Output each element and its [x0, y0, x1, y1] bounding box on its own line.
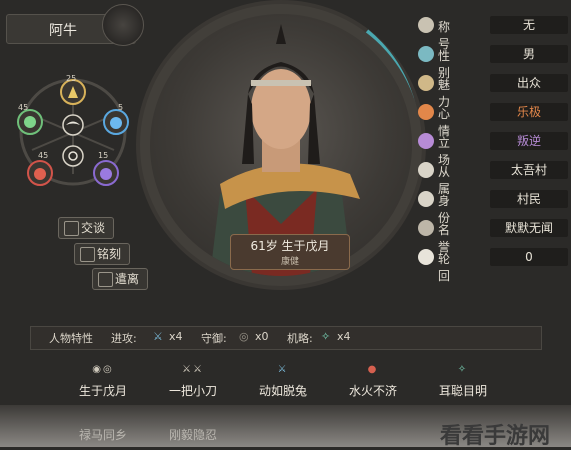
- crown-icon: [418, 17, 434, 33]
- trait-card[interactable]: 禄马同乡: [58, 410, 148, 446]
- stat-value: 男: [490, 45, 568, 63]
- mood-icon: [418, 104, 434, 120]
- trait-card[interactable]: ⚔ 动如脱兔: [238, 364, 328, 400]
- trait-icons: ✧: [457, 364, 469, 375]
- wheel-bottom-left-value: 45: [38, 151, 48, 160]
- stat-value: 默默无闻: [490, 219, 568, 237]
- trait-icons: ⚔: [277, 364, 289, 375]
- wheel-bottom-right-value: 15: [98, 151, 108, 160]
- talk-icon: [64, 221, 79, 236]
- wheel-bottom-left-node[interactable]: [27, 160, 53, 186]
- trait-card[interactable]: ✧ 耳聪目明: [418, 364, 508, 400]
- trait-bar-title: 人物特性: [49, 332, 93, 345]
- fame-icon: [418, 220, 434, 236]
- stat-value: 出众: [490, 74, 568, 92]
- watermark: 看看手游网: [440, 424, 551, 449]
- stat-label: 轮回: [438, 252, 451, 283]
- carve-button[interactable]: 铭刻: [74, 243, 131, 265]
- character-health: 康健: [280, 257, 299, 267]
- wheel-left-value: 45: [18, 103, 28, 112]
- stat-value: 叛逆: [490, 132, 568, 150]
- strategy-label: 机略:: [287, 332, 313, 345]
- trait-card[interactable]: ● 水火不济: [328, 364, 418, 400]
- trait-summary-bar: 人物特性 进攻: ⚔ x4 守御: ◎ x0 机略: ✧ x4: [30, 326, 542, 350]
- carve-icon: [80, 247, 95, 262]
- trait-name: 耳聪目明: [438, 384, 487, 398]
- attack-count: x4: [169, 330, 183, 343]
- stance-icon: [418, 133, 434, 149]
- dismiss-icon: [98, 272, 113, 287]
- trait-name: 动如脱兔: [258, 384, 307, 398]
- character-info-plate: 61岁 生于戊月 康健: [230, 234, 350, 270]
- defense-label: 守御:: [201, 332, 227, 345]
- defense-count: x0: [255, 330, 269, 343]
- attribute-wheel: 25 45 5 45 15: [17, 74, 129, 186]
- trait-card[interactable]: ⚔⚔ 一把小刀: [148, 364, 238, 400]
- trait-icons: ●: [367, 364, 379, 375]
- dismiss-button[interactable]: 遣离: [92, 268, 149, 290]
- reincarnation-icon: [418, 249, 434, 265]
- stat-value: 无: [490, 16, 568, 34]
- trait-icons: ◉◎: [92, 364, 114, 375]
- trait-card[interactable]: 刚毅隐忍: [148, 410, 238, 446]
- strategy-icon: ✧: [321, 330, 331, 343]
- trait-name: 一把小刀: [168, 384, 217, 398]
- gender-icon: [418, 46, 434, 62]
- character-birth: 生于戊月: [281, 239, 330, 253]
- trait-name: 禄马同乡: [78, 428, 127, 442]
- attack-icon: ⚔: [153, 330, 163, 343]
- stat-value: 乐极: [490, 103, 568, 121]
- stat-value: 0: [490, 248, 568, 266]
- talk-button[interactable]: 交谈: [58, 217, 115, 239]
- carve-label: 铭刻: [97, 247, 122, 261]
- wheel-center-swirl-icon[interactable]: [62, 145, 84, 167]
- talk-label: 交谈: [81, 221, 106, 235]
- wheel-right-value: 5: [118, 103, 123, 112]
- trait-icons: ⚔⚔: [182, 364, 204, 375]
- stat-value: 村民: [490, 190, 568, 208]
- trait-name: 水火不济: [348, 384, 397, 398]
- strategy-count: x4: [337, 330, 351, 343]
- defense-icon: ◎: [239, 330, 249, 343]
- wheel-top-value: 25: [66, 74, 76, 83]
- trait-name: 刚毅隐忍: [168, 428, 217, 442]
- stat-value[interactable]: 太吾村: [490, 161, 568, 179]
- charm-icon: [418, 75, 434, 91]
- identity-icon: [418, 191, 434, 207]
- wheel-left-node[interactable]: [17, 109, 43, 135]
- wheel-right-node[interactable]: [103, 109, 129, 135]
- affiliation-icon: [418, 162, 434, 178]
- wheel-top-node[interactable]: [60, 79, 86, 105]
- character-age: 61岁: [250, 239, 278, 253]
- wheel-bottom-right-node[interactable]: [93, 160, 119, 186]
- dismiss-label: 遣离: [115, 272, 140, 286]
- attack-label: 进攻:: [111, 332, 137, 345]
- character-name: 阿牛: [49, 23, 77, 39]
- wheel-center-bird-icon[interactable]: [62, 114, 84, 136]
- trait-name: 生于戊月: [78, 384, 127, 398]
- trait-card[interactable]: ◉◎ 生于戊月: [58, 364, 148, 400]
